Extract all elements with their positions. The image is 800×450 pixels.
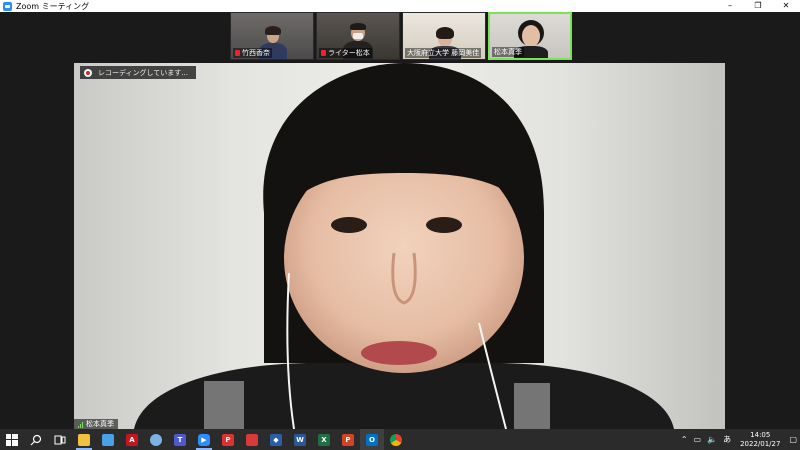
store-button[interactable] <box>96 429 120 450</box>
speaker-name: 松本真季 <box>86 420 114 428</box>
system-tray: ⌃ ▭ 🔈 あ 14:05 2022/01/27 ▢ <box>678 429 800 450</box>
task-view-button[interactable] <box>48 429 72 450</box>
window-controls: – ❐ ✕ <box>716 0 800 12</box>
notification-icon[interactable]: ▢ <box>786 435 800 444</box>
zoom-button[interactable]: ▶ <box>192 429 216 450</box>
participant-name: ライター松本 <box>328 49 370 57</box>
volume-icon[interactable]: 🔈 <box>704 435 720 444</box>
participant-thumbnail[interactable]: ライター松本 <box>316 12 400 60</box>
participant-name: 大阪府立大学 藤岡美佳 <box>407 49 480 57</box>
maximize-button[interactable]: ❐ <box>744 0 772 12</box>
participant-thumbnail[interactable]: 大阪府立大学 藤岡美佳 <box>402 12 486 60</box>
excel-icon: X <box>318 433 330 446</box>
participant-thumbnail[interactable]: 竹西香奈 <box>230 12 314 60</box>
recording-icon <box>84 68 92 77</box>
clock-time: 14:05 <box>750 430 771 439</box>
file-explorer-button[interactable] <box>72 429 96 450</box>
browser-button[interactable] <box>144 429 168 450</box>
participant-thumbnail-active[interactable]: 松本真季 <box>488 12 572 60</box>
task-view-icon <box>54 435 66 444</box>
window-title: Zoom ミーティング <box>16 1 90 11</box>
recording-indicator[interactable]: レコーディングしています... <box>80 66 196 79</box>
powerpoint-button[interactable]: P <box>336 429 360 450</box>
speaker-video-frame <box>134 63 674 429</box>
store-icon <box>102 433 114 446</box>
chrome-button[interactable] <box>384 429 408 450</box>
clock[interactable]: 14:05 2022/01/27 <box>734 431 786 449</box>
recording-text: レコーディングしています... <box>98 68 188 77</box>
participant-thumbnails: 竹西香奈 ライター松本 大阪府立大学 藤岡美佳 松本真季 <box>230 12 572 60</box>
teams-icon: T <box>174 433 186 446</box>
zoom-logo-icon <box>3 1 12 11</box>
start-button[interactable] <box>0 429 24 450</box>
browser-icon <box>150 433 162 446</box>
mic-muted-icon <box>235 50 240 56</box>
teams-button[interactable]: T <box>168 429 192 450</box>
search-icon <box>30 434 42 445</box>
windows-taskbar: A T ▶ P ◆ W X P O ⌃ ▭ 🔈 あ 14:05 2022/01/… <box>0 429 800 450</box>
clock-date: 2022/01/27 <box>740 439 781 448</box>
powerpoint-icon: P <box>342 433 354 446</box>
pdf-button[interactable]: P <box>216 429 240 450</box>
word-icon: W <box>294 433 306 446</box>
signal-bars-icon <box>78 421 83 428</box>
folder-icon <box>78 433 90 446</box>
title-bar: Zoom ミーティング – ❐ ✕ <box>0 0 800 12</box>
chrome-icon <box>390 433 402 446</box>
reader-icon <box>246 433 258 446</box>
reader-button[interactable] <box>240 429 264 450</box>
word-button[interactable]: W <box>288 429 312 450</box>
ime-indicator[interactable]: あ <box>720 434 734 445</box>
minimize-button[interactable]: – <box>716 0 744 12</box>
outlook-icon: O <box>366 433 378 446</box>
close-button[interactable]: ✕ <box>772 0 800 12</box>
outlook-button[interactable]: O <box>360 429 384 450</box>
search-button[interactable] <box>24 429 48 450</box>
acrobat-button[interactable]: A <box>120 429 144 450</box>
acrobat-icon: A <box>126 433 138 446</box>
mic-muted-icon <box>321 50 326 56</box>
windows-icon <box>6 433 18 446</box>
zoom-icon: ▶ <box>198 433 210 446</box>
app-button[interactable]: ◆ <box>264 429 288 450</box>
pdf-icon: P <box>222 433 234 446</box>
excel-button[interactable]: X <box>312 429 336 450</box>
app-icon: ◆ <box>270 433 282 446</box>
speaker-name-label: 松本真季 <box>74 419 118 429</box>
active-speaker-video <box>74 63 725 429</box>
chevron-up-icon[interactable]: ⌃ <box>678 435 691 444</box>
participant-name: 竹西香奈 <box>242 49 270 57</box>
participant-name: 松本真季 <box>494 48 522 56</box>
network-icon[interactable]: ▭ <box>691 435 705 444</box>
